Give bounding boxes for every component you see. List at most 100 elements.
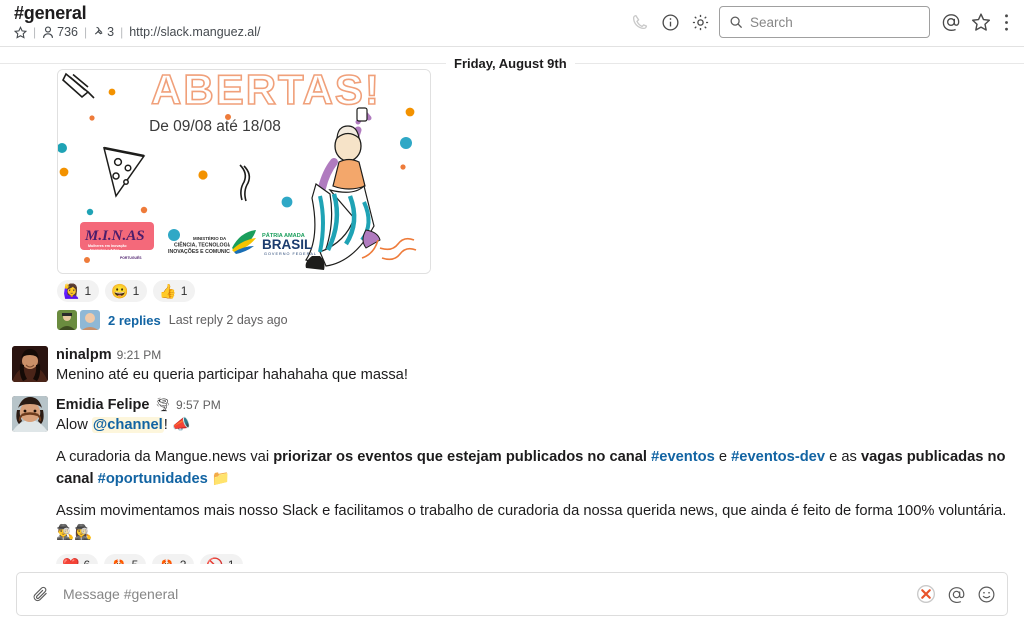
message-timestamp[interactable]: 9:57 PM xyxy=(176,396,221,414)
message-header: ninalpm 9:21 PM xyxy=(56,346,1008,364)
reaction-chip[interactable]: 🦀 2 xyxy=(152,554,195,564)
svg-text:Mulheres em Inovação: Mulheres em Inovação xyxy=(88,244,127,248)
at-sign-icon[interactable] xyxy=(945,583,967,605)
phone-icon[interactable] xyxy=(625,7,655,37)
reaction-chip[interactable]: 🚫 1 xyxy=(200,554,243,564)
p2-bold-1: priorizar os eventos que estejam publica… xyxy=(273,449,648,465)
message-body: Emidia Felipe 🌪 9:57 PM Alow @channel! 📣… xyxy=(56,396,1008,564)
greeting-text: Alow xyxy=(56,417,92,433)
reaction-bar: 🙋‍♀️ 1 😀 1 👍 1 xyxy=(57,274,1008,302)
exclamation-text: ! xyxy=(163,417,168,433)
reaction-count: 6 xyxy=(83,558,90,564)
meta-separator-1: | xyxy=(33,25,37,39)
thread-last-reply: Last reply 2 days ago xyxy=(168,313,288,327)
message: Emidia Felipe 🌪 9:57 PM Alow @channel! 📣… xyxy=(0,396,1024,564)
composer-actions xyxy=(915,583,997,605)
avatar-ninalpm[interactable] xyxy=(12,346,48,382)
channel-link-eventos-dev[interactable]: #eventos-dev xyxy=(731,449,825,465)
svg-text:M.I.N.AS: M.I.N.AS xyxy=(84,228,145,244)
avatar xyxy=(80,310,100,330)
thread-replies-link[interactable]: 2 replies xyxy=(108,313,161,328)
message-text: Alow @channel! 📣 A curadoria da Mangue.n… xyxy=(56,414,1008,544)
pin-count-group[interactable]: 3 xyxy=(93,25,114,40)
reaction-chip[interactable]: 😀 1 xyxy=(105,280,148,302)
message-paragraph-1: Alow @channel! 📣 xyxy=(56,414,1008,436)
message-paragraph-2: A curadoria da Mangue.news vai priorizar… xyxy=(56,446,1008,490)
meta-separator-2: | xyxy=(83,25,88,39)
channel-link-oportunidades[interactable]: #oportunidades xyxy=(98,471,208,487)
tornado-status-icon[interactable]: 🌪 xyxy=(154,396,171,414)
svg-text:CIÊNCIA, TECNOLOGIA,: CIÊNCIA, TECNOLOGIA, xyxy=(174,241,235,249)
starred-items-icon[interactable] xyxy=(966,7,996,37)
composer-placeholder: Message #general xyxy=(63,586,179,602)
svg-text:BRASIL: BRASIL xyxy=(262,237,312,252)
member-count-group[interactable]: 736 xyxy=(42,25,78,40)
message-list: Friday, August 9th ABERTAS! De 09/08 até… xyxy=(0,47,1024,564)
svg-text:MINISTÉRIO DA: MINISTÉRIO DA xyxy=(193,236,227,241)
channel-mention[interactable]: @channel xyxy=(91,417,164,433)
person-icon xyxy=(42,26,54,39)
reaction-chip[interactable]: 👍 1 xyxy=(153,280,196,302)
smiley-icon[interactable] xyxy=(975,583,997,605)
close-circle-icon[interactable] xyxy=(915,583,937,605)
reaction-count: 1 xyxy=(132,284,140,298)
channel-meta: | 736 | 3 | http://slack.manguez.al/ xyxy=(14,25,261,40)
date-divider-label: Friday, August 9th xyxy=(446,55,575,71)
message-body: ninalpm 9:21 PM Menino até eu queria par… xyxy=(56,346,1008,386)
p3-text: Assim movimentamos mais nosso Slack e fa… xyxy=(56,503,1007,519)
reaction-count: 1 xyxy=(180,284,188,298)
message-text: Menino até eu queria participar hahahaha… xyxy=(56,367,408,383)
red-heart-icon: ❤️ xyxy=(62,558,79,564)
gear-icon[interactable] xyxy=(685,7,715,37)
reaction-chip[interactable]: 🙋‍♀️ 1 xyxy=(57,280,100,302)
message-timestamp[interactable]: 9:21 PM xyxy=(117,346,162,364)
message: ninalpm 9:21 PM Menino até eu queria par… xyxy=(0,346,1024,386)
message-header: Emidia Felipe 🌪 9:57 PM xyxy=(56,396,1008,414)
channel-header: #general | 736 | 3 | http://slack.mangue… xyxy=(0,0,1024,47)
at-sign-icon[interactable] xyxy=(936,7,966,37)
channel-topic-url[interactable]: http://slack.manguez.al/ xyxy=(129,25,260,40)
svg-text:PORTUGUÊS: PORTUGUÊS xyxy=(120,255,142,260)
thread-summary[interactable]: 2 replies Last reply 2 days ago xyxy=(57,302,1008,330)
reaction-count: 1 xyxy=(228,558,235,564)
thread-participants xyxy=(57,310,100,330)
slack-window: #general | 736 | 3 | http://slack.mangue… xyxy=(0,0,1024,630)
crab-beige-icon: 🦀 xyxy=(110,558,127,564)
star-outline-icon[interactable] xyxy=(14,26,27,39)
image-attachment[interactable]: ABERTAS! De 09/08 até 18/08 M.I.N.AS Mul… xyxy=(57,69,431,274)
pin-icon xyxy=(93,26,104,39)
reaction-bar: ❤️ 6 🦀 5 🦀 2 🚫 1 xyxy=(56,548,1008,564)
member-count: 736 xyxy=(57,25,78,39)
page-title: #general xyxy=(14,3,87,23)
channel-link-eventos[interactable]: #eventos xyxy=(651,449,715,465)
paperclip-icon[interactable] xyxy=(29,583,51,605)
message-author[interactable]: Emidia Felipe xyxy=(56,396,149,414)
svg-text:GOVERNO FEDERAL: GOVERNO FEDERAL xyxy=(264,252,317,256)
pin-count: 3 xyxy=(107,25,115,39)
p2-lead-text: A curadoria da Mangue.news vai xyxy=(56,449,274,465)
crab-red-icon: 🦀 xyxy=(158,558,175,564)
reaction-count: 2 xyxy=(180,558,187,564)
message-composer[interactable]: Message #general xyxy=(16,572,1008,616)
attachment-message: ABERTAS! De 09/08 até 18/08 M.I.N.AS Mul… xyxy=(0,69,1024,330)
no-entry-sign-icon: 🚫 xyxy=(206,558,223,564)
channel-header-left: #general | 736 | 3 | http://slack.mangue… xyxy=(14,2,261,40)
svg-text:Negócios e Artes: Negócios e Artes xyxy=(90,249,119,253)
message-author[interactable]: ninalpm xyxy=(56,346,112,364)
reaction-chip[interactable]: 🦀 5 xyxy=(104,554,147,564)
raising-hand-woman-icon: 🙋‍♀️ xyxy=(63,283,81,299)
search-placeholder: Search xyxy=(750,14,793,30)
reaction-count: 5 xyxy=(132,558,139,564)
kebab-menu-icon[interactable] xyxy=(996,7,1016,37)
megaphone-icon: 📣 xyxy=(171,417,191,433)
composer-area: Message #general xyxy=(0,564,1024,630)
avatar xyxy=(57,310,77,330)
reaction-chip[interactable]: ❤️ 6 xyxy=(56,554,99,564)
thumbs-up-icon: 👍 xyxy=(159,283,177,299)
info-circle-icon[interactable] xyxy=(655,7,685,37)
avatar-emidia-felipe[interactable] xyxy=(12,396,48,432)
channel-header-actions: Search xyxy=(625,6,1016,38)
svg-text:ABERTAS!: ABERTAS! xyxy=(151,70,381,113)
search-input[interactable]: Search xyxy=(719,6,930,38)
meta-separator-3: | xyxy=(120,25,124,39)
